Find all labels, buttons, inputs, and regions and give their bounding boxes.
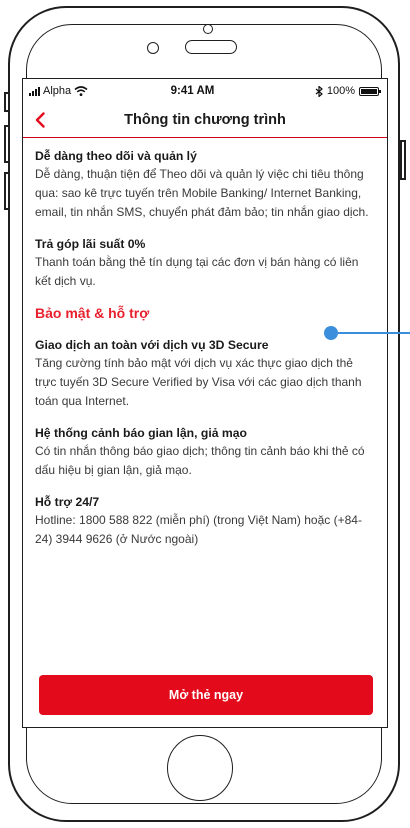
status-right: 100% [315, 85, 381, 97]
earpiece-speaker [185, 40, 237, 54]
security-item-title: Giao dịch an toàn với dịch vụ 3D Secure [35, 338, 269, 352]
battery-icon [358, 86, 381, 96]
volume-up-button [4, 125, 10, 163]
carrier-name: Alpha [43, 85, 72, 97]
page-title: Thông tin chương trình [124, 112, 286, 128]
front-camera [203, 24, 213, 34]
feature-installment: Trả góp lãi suất 0% Thanh toán bằng thẻ … [35, 236, 375, 291]
wifi-icon [74, 86, 88, 96]
feature-tracking: Dễ dàng theo dõi và quản lý Dễ dàng, thu… [35, 148, 375, 222]
battery-percent: 100% [326, 85, 355, 97]
mute-switch [4, 92, 10, 112]
proximity-sensor [147, 42, 159, 54]
security-item-body: Có tin nhắn thông báo giao dịch; thông t… [35, 444, 365, 477]
feature-body: Dễ dàng, thuận tiện để Theo dõi và quản … [35, 167, 369, 219]
phone-screen: Alpha 9:41 AM 100% Thông tin chương trìn… [22, 78, 388, 728]
power-button [400, 140, 406, 180]
security-item-title: Hỗ trợ 24/7 [35, 495, 100, 509]
security-item-body: Hotline: 1800 588 822 (miễn phí) (trong … [35, 513, 362, 546]
status-time: 9:41 AM [170, 85, 215, 97]
security-fraud-alert: Hệ thống cảnh báo gian lận, giả mạo Có t… [35, 425, 375, 480]
open-card-button[interactable]: Mở thẻ ngay [39, 675, 373, 715]
volume-down-button [4, 172, 10, 210]
security-heading: Bảo mật & hỗ trợ [35, 305, 150, 321]
security-item-body: Tăng cường tính bảo mật với dịch vụ xác … [35, 356, 362, 408]
back-button[interactable] [31, 111, 49, 129]
feature-title: Trả góp lãi suất 0% [35, 237, 146, 251]
feature-body: Thanh toán bằng thẻ tín dụng tại các đơn… [35, 255, 359, 288]
security-3d-secure: Giao dịch an toàn với dịch vụ 3D Secure … [35, 337, 375, 411]
annotation-leader-line [338, 332, 410, 334]
annotation-marker [324, 326, 338, 340]
feature-title: Dễ dàng theo dõi và quản lý [35, 149, 197, 163]
signal-icon [29, 86, 40, 96]
nav-bar: Thông tin chương trình [23, 103, 387, 138]
security-support-247: Hỗ trợ 24/7 Hotline: 1800 588 822 (miễn … [35, 494, 375, 549]
program-info-content: Dễ dàng theo dõi và quản lý Dễ dàng, thu… [23, 138, 387, 549]
status-left: Alpha [29, 85, 88, 97]
status-bar: Alpha 9:41 AM 100% [23, 79, 387, 103]
bluetooth-icon [315, 85, 323, 97]
chevron-left-icon [35, 112, 45, 128]
security-item-title: Hệ thống cảnh báo gian lận, giả mạo [35, 426, 247, 440]
home-button[interactable] [167, 735, 233, 801]
